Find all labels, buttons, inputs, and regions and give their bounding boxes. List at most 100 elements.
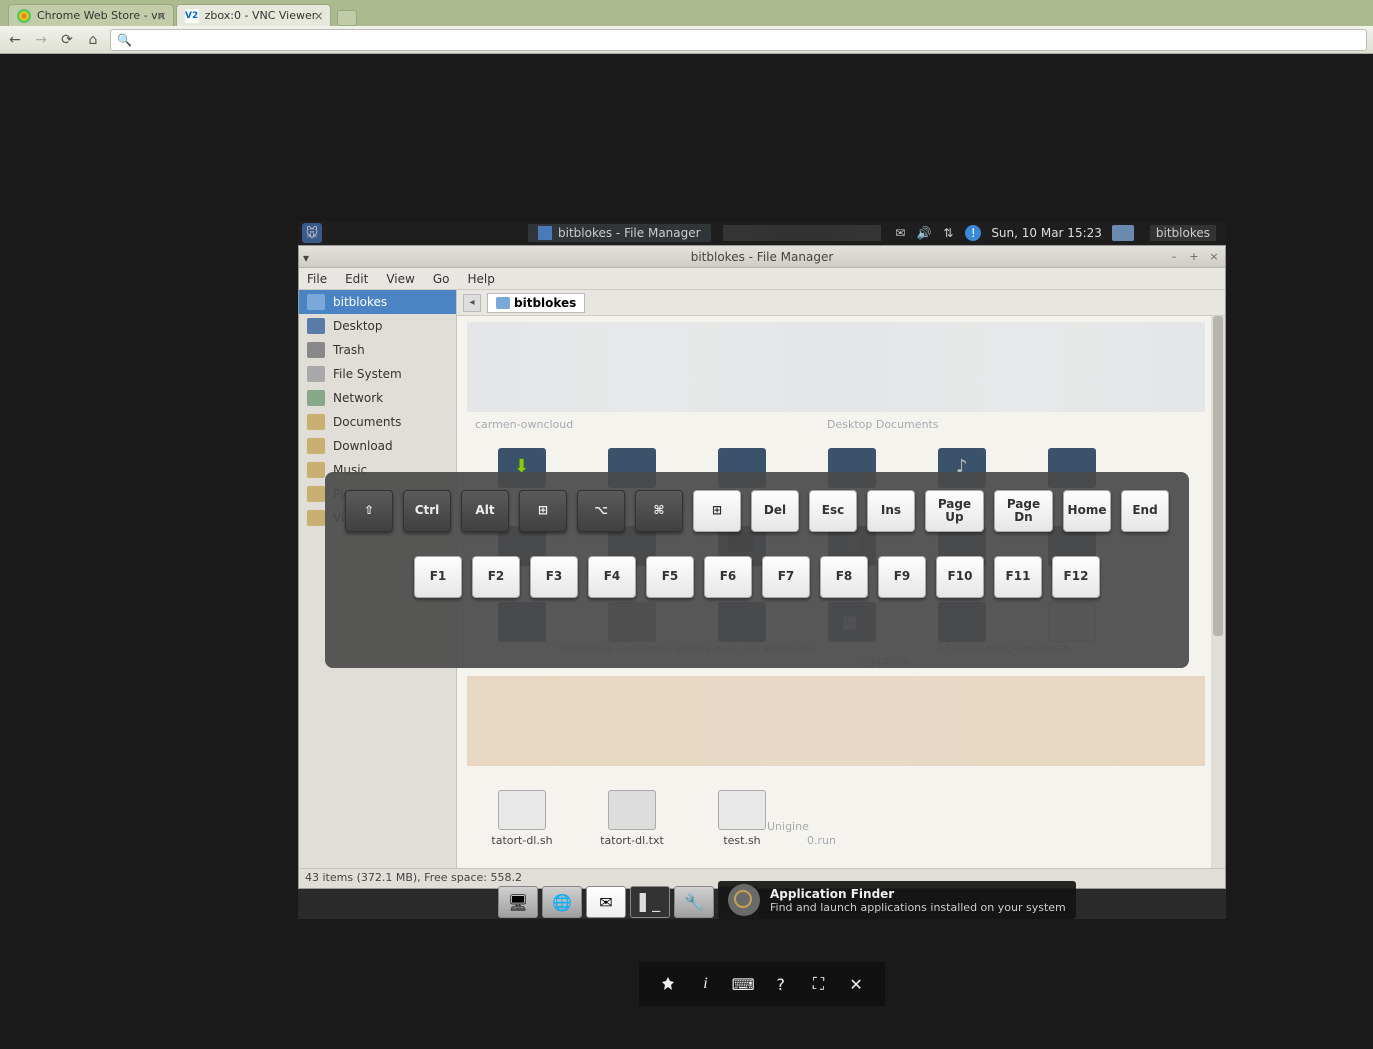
vnc-viewport: 🐭 bitblokes - File Manager ✉ 🔊 ⇅ ! Sun, … [0, 54, 1373, 1049]
sidebar-item-filesystem[interactable]: File System [299, 362, 456, 386]
vnc-info-button[interactable]: i [693, 972, 717, 996]
key-f12[interactable]: F12 [1052, 556, 1100, 598]
home-icon [307, 294, 325, 310]
network-icon [307, 390, 325, 406]
sidebar-item-label: Download [333, 439, 393, 453]
vnc-keyboard-button[interactable]: ⌨ [731, 972, 755, 996]
key-f11[interactable]: F11 [994, 556, 1042, 598]
home-button[interactable]: ⌂ [84, 31, 102, 49]
file-label: test.sh [697, 834, 787, 847]
key-alt[interactable]: Alt [461, 490, 509, 532]
key-f4[interactable]: F4 [588, 556, 636, 598]
path-back-button[interactable]: ◂ [463, 294, 481, 312]
key-f5[interactable]: F5 [646, 556, 694, 598]
dock-item-mail[interactable]: ✉ [586, 886, 626, 918]
key-f6[interactable]: F6 [704, 556, 752, 598]
key-f3[interactable]: F3 [530, 556, 578, 598]
vnc-control-bar: i ⌨ ? ⛶ ✕ [639, 962, 885, 1006]
dock-item-terminal[interactable]: ▌_ [630, 886, 670, 918]
browser-chrome: Chrome Web Store - vn × V2 zbox:0 - VNC … [0, 0, 1373, 54]
key-f7[interactable]: F7 [762, 556, 810, 598]
browser-tab-webstore[interactable]: Chrome Web Store - vn × [8, 4, 174, 26]
key-f9[interactable]: F9 [878, 556, 926, 598]
file-item-test-sh[interactable]: test.sh [697, 790, 787, 847]
mail-tray-icon[interactable]: ✉ [893, 226, 907, 240]
key-pageup[interactable]: Page Up [925, 490, 984, 532]
minimize-button[interactable]: – [1167, 250, 1181, 264]
close-tab-icon[interactable]: × [157, 9, 167, 23]
back-button[interactable]: ← [6, 31, 24, 49]
file-item-tatort-sh[interactable]: tatort-dl.sh [477, 790, 567, 847]
key-ctrl[interactable]: Ctrl [403, 490, 451, 532]
key-f2[interactable]: F2 [472, 556, 520, 598]
key-esc[interactable]: Esc [809, 490, 857, 532]
close-tab-icon[interactable]: × [314, 9, 324, 23]
menu-help[interactable]: Help [467, 272, 494, 286]
dock-item-browser[interactable]: 🌐 [542, 886, 582, 918]
ghost-label: carmen-owncloud [475, 418, 573, 431]
menu-edit[interactable]: Edit [345, 272, 368, 286]
key-f8[interactable]: F8 [820, 556, 868, 598]
sidebar-item-home[interactable]: bitblokes [299, 290, 456, 314]
scrollbar-thumb[interactable] [1213, 316, 1223, 636]
panel-blurred-artifact [723, 225, 882, 241]
new-tab-button[interactable] [337, 10, 357, 26]
fm-scrollbar[interactable] [1211, 316, 1225, 868]
folder-icon [307, 462, 325, 478]
folder-icon [307, 414, 325, 430]
key-win[interactable]: ⊞ [519, 490, 567, 532]
key-ins[interactable]: Ins [867, 490, 915, 532]
key-f10[interactable]: F10 [936, 556, 984, 598]
window-menu-icon[interactable]: ▾ [303, 251, 315, 263]
maximize-button[interactable]: + [1187, 250, 1201, 264]
vnc-close-button[interactable]: ✕ [844, 972, 868, 996]
key-del[interactable]: Del [751, 490, 799, 532]
key-f1[interactable]: F1 [414, 556, 462, 598]
xfce-menu-icon[interactable]: 🐭 [302, 223, 322, 243]
network-tray-icon[interactable]: ⇅ [941, 226, 955, 240]
dock-item-desktop[interactable]: 🖥 [498, 886, 538, 918]
sidebar-item-desktop[interactable]: Desktop [299, 314, 456, 338]
browser-tab-vnc[interactable]: V2 zbox:0 - VNC Viewer × [176, 4, 331, 26]
vnc-help-button[interactable]: ? [769, 972, 793, 996]
key-win2[interactable]: ⊞ [693, 490, 741, 532]
fm-titlebar[interactable]: ▾ bitblokes - File Manager – + × [299, 246, 1225, 268]
key-cmd[interactable]: ⌘ [635, 490, 683, 532]
notification-tray-icon[interactable]: ! [965, 225, 981, 241]
taskbar-button-filemanager[interactable]: bitblokes - File Manager [528, 224, 711, 242]
vnc-fullscreen-button[interactable]: ⛶ [806, 972, 830, 996]
menu-view[interactable]: View [386, 272, 414, 286]
volume-tray-icon[interactable]: 🔊 [917, 226, 931, 240]
close-window-button[interactable]: × [1207, 250, 1221, 264]
reload-button[interactable]: ⟳ [58, 31, 76, 49]
camera-tray-icon[interactable] [1112, 225, 1134, 241]
forward-button[interactable]: → [32, 31, 50, 49]
sidebar-item-label: bitblokes [333, 295, 387, 309]
sidebar-item-network[interactable]: Network [299, 386, 456, 410]
file-label: tatort-dl.txt [587, 834, 677, 847]
key-pagedn[interactable]: Page Dn [994, 490, 1053, 532]
key-home[interactable]: Home [1063, 490, 1111, 532]
sidebar-item-label: Documents [333, 415, 401, 429]
fm-pathbar: ◂ bitblokes [457, 290, 1225, 316]
script-file-icon [718, 790, 766, 830]
omnibox[interactable]: 🔍 [110, 29, 1367, 51]
sidebar-item-download[interactable]: Download [299, 434, 456, 458]
user-menu[interactable]: bitblokes [1150, 225, 1216, 241]
menu-file[interactable]: File [307, 272, 327, 286]
sidebar-item-trash[interactable]: Trash [299, 338, 456, 362]
ghost-label: 0.run [807, 834, 836, 847]
key-shift[interactable]: ⇧ [345, 490, 393, 532]
menu-go[interactable]: Go [433, 272, 450, 286]
key-option[interactable]: ⌥ [577, 490, 625, 532]
sidebar-item-documents[interactable]: Documents [299, 410, 456, 434]
dock-item-settings[interactable]: 🔧 [674, 886, 714, 918]
tab-title: Chrome Web Store - vn [37, 9, 165, 22]
fm-menubar: File Edit View Go Help [299, 268, 1225, 290]
file-item-tatort-txt[interactable]: tatort-dl.txt [587, 790, 677, 847]
vnc-pin-button[interactable] [656, 972, 680, 996]
search-icon: 🔍 [117, 33, 132, 47]
key-end[interactable]: End [1121, 490, 1169, 532]
desktop-icon [307, 318, 325, 334]
path-crumb-home[interactable]: bitblokes [487, 293, 585, 313]
